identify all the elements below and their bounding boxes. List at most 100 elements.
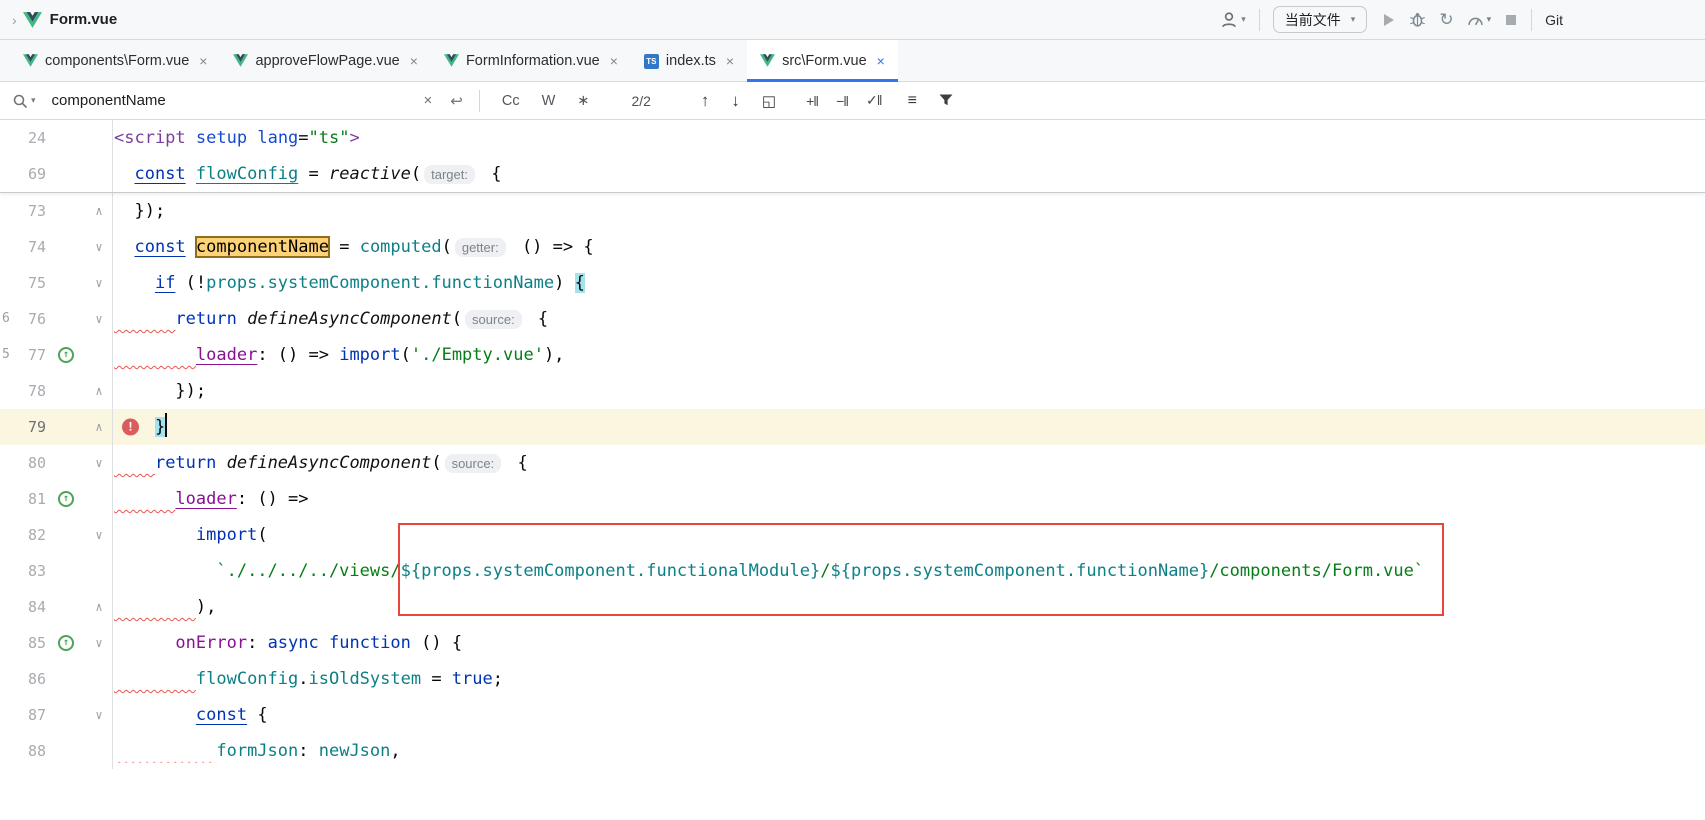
tab-components-form-vue[interactable]: components\Form.vue × (10, 40, 220, 81)
gutter-icon-slot (46, 373, 86, 409)
fold-marker[interactable]: ∨ (86, 229, 112, 265)
previous-match-button[interactable]: ↑ (701, 91, 710, 111)
add-selection-icon[interactable]: +‖ (806, 93, 818, 109)
green-up-arrow-icon[interactable]: ↑ (58, 491, 74, 507)
whole-words-toggle[interactable]: W (542, 93, 556, 109)
find-bar: ▾ componentName × ↩ Cc W ∗ 2/2 ↑ ↓ ◱ +‖ … (0, 82, 1705, 120)
stop-button[interactable] (1504, 13, 1518, 27)
clear-search-icon[interactable]: × (424, 92, 433, 109)
match-case-toggle[interactable]: Cc (502, 93, 520, 109)
gutter-icon-slot (46, 445, 86, 481)
search-input[interactable]: componentName (52, 92, 424, 109)
regex-toggle[interactable]: ∗ (577, 93, 589, 109)
code-content[interactable]: flowConfig.isOldSystem = true; (112, 661, 1705, 697)
fold-marker[interactable]: ∧ (86, 589, 112, 625)
filter-icon[interactable] (939, 94, 953, 107)
parameter-hint: source: (445, 454, 502, 473)
code-content[interactable]: onError: async function () { (112, 625, 1705, 661)
code-token: : (247, 633, 267, 653)
tab-close-icon[interactable]: × (199, 53, 207, 69)
editor[interactable]: 24<script setup lang="ts">69 const flowC… (0, 120, 1705, 820)
code-content[interactable]: ), (112, 589, 1705, 625)
code-token: ; (493, 669, 503, 689)
user-account-icon[interactable]: ▾ (1220, 11, 1246, 29)
code-token: = (421, 669, 452, 689)
search-icon[interactable]: ▾ (12, 93, 36, 109)
tab-forminformation-vue[interactable]: FormInformation.vue× (431, 40, 631, 81)
code-token: { (507, 453, 527, 473)
code-lines: 73∧ });74∨ const componentName = compute… (0, 193, 1705, 769)
code-content[interactable]: return defineAsyncComponent(source: { (112, 445, 1705, 481)
code-line-73: 73∧ }); (0, 193, 1705, 229)
green-up-arrow-icon[interactable]: ↑ (58, 347, 74, 363)
fold-marker[interactable]: ∧ (86, 373, 112, 409)
code-content[interactable]: }); (112, 193, 1705, 229)
code-content[interactable]: const componentName = computed(getter: (… (112, 229, 1705, 265)
code-content[interactable]: return defineAsyncComponent(source: { (112, 301, 1705, 337)
code-token (216, 453, 226, 473)
tab-close-icon[interactable]: × (877, 53, 885, 69)
code-content[interactable]: } (112, 409, 1705, 445)
run-button[interactable] (1380, 12, 1396, 28)
code-content[interactable]: loader: () => import('./Empty.vue'), (112, 337, 1705, 373)
code-token: loader (196, 345, 257, 365)
code-token: <script (114, 128, 186, 148)
fold-marker[interactable]: ∨ (86, 697, 112, 733)
fold-marker[interactable]: ∧ (86, 193, 112, 229)
code-content[interactable]: loader: () => (112, 481, 1705, 517)
tab-close-icon[interactable]: × (410, 53, 418, 69)
fold-marker[interactable]: ∨ (86, 265, 112, 301)
window-title: Form.vue (50, 11, 118, 28)
code-content[interactable]: <script setup lang="ts"> (112, 120, 1705, 156)
tab-src-form-vue[interactable]: src\Form.vue× (747, 40, 898, 81)
select-all-matches-icon[interactable]: ✓‖ (866, 92, 882, 109)
code-token: ), (544, 345, 564, 365)
code-token: const (134, 164, 185, 184)
line-number: 83 (0, 553, 46, 589)
code-token: isOldSystem (309, 669, 422, 689)
vue-file-icon (444, 54, 459, 67)
newline-icon[interactable]: ↩ (450, 92, 463, 110)
code-token: = (298, 164, 329, 184)
chevron-down-icon: ▾ (1487, 14, 1492, 25)
tab-close-icon[interactable]: × (726, 53, 734, 69)
code-token: } (155, 417, 165, 437)
run-with-coverage-button[interactable]: ↻ (1439, 10, 1453, 30)
debug-button[interactable] (1409, 11, 1426, 28)
tab-close-icon[interactable]: × (610, 53, 618, 69)
code-content[interactable]: const flowConfig = reactive(target: { (112, 156, 1705, 192)
code-token: import (339, 345, 400, 365)
code-token: : (298, 741, 318, 761)
divider (1259, 9, 1260, 31)
git-menu[interactable]: Git (1545, 12, 1563, 28)
run-config-selector[interactable]: 当前文件 ▾ (1273, 6, 1368, 33)
code-content[interactable]: }); (112, 373, 1705, 409)
fold-marker[interactable]: ∨ (86, 517, 112, 553)
code-token: if (155, 273, 175, 293)
tab-label: components\Form.vue (45, 53, 189, 69)
open-in-find-window-icon[interactable]: ◱ (762, 92, 776, 110)
code-content[interactable]: const { (112, 697, 1705, 733)
next-match-button[interactable]: ↓ (731, 91, 740, 111)
tab-index-ts[interactable]: TSindex.ts× (631, 40, 747, 81)
code-content[interactable]: formJson: newJson, (112, 733, 1705, 769)
line-number: 24 (0, 120, 46, 156)
remove-selection-icon[interactable]: −‖ (836, 93, 848, 109)
fold-marker[interactable]: ∨ (86, 301, 112, 337)
fold-marker[interactable]: ∨ (86, 445, 112, 481)
fold-marker (86, 120, 112, 156)
code-token: ), (196, 597, 216, 617)
green-up-arrow-icon[interactable]: ↑ (58, 635, 74, 651)
code-content[interactable]: `./../../../views/${props.systemComponen… (112, 553, 1705, 589)
ts-file-icon: TS (644, 54, 659, 69)
tab-bar: components\Form.vue × approveFlowPage.vue… (0, 40, 1705, 82)
code-line-85: 85↑∨ onError: async function () { (0, 625, 1705, 661)
code-content[interactable]: import( (112, 517, 1705, 553)
multiline-search-icon[interactable]: ≡ (908, 92, 917, 110)
tab-approveflowpage-vue[interactable]: approveFlowPage.vue× (220, 40, 430, 81)
code-content[interactable]: if (!props.systemComponent.functionName)… (112, 265, 1705, 301)
line-number: 82 (0, 517, 46, 553)
profiler-button[interactable]: ▾ (1467, 12, 1492, 27)
fold-marker[interactable]: ∧ (86, 409, 112, 445)
fold-marker[interactable]: ∨ (86, 625, 112, 661)
